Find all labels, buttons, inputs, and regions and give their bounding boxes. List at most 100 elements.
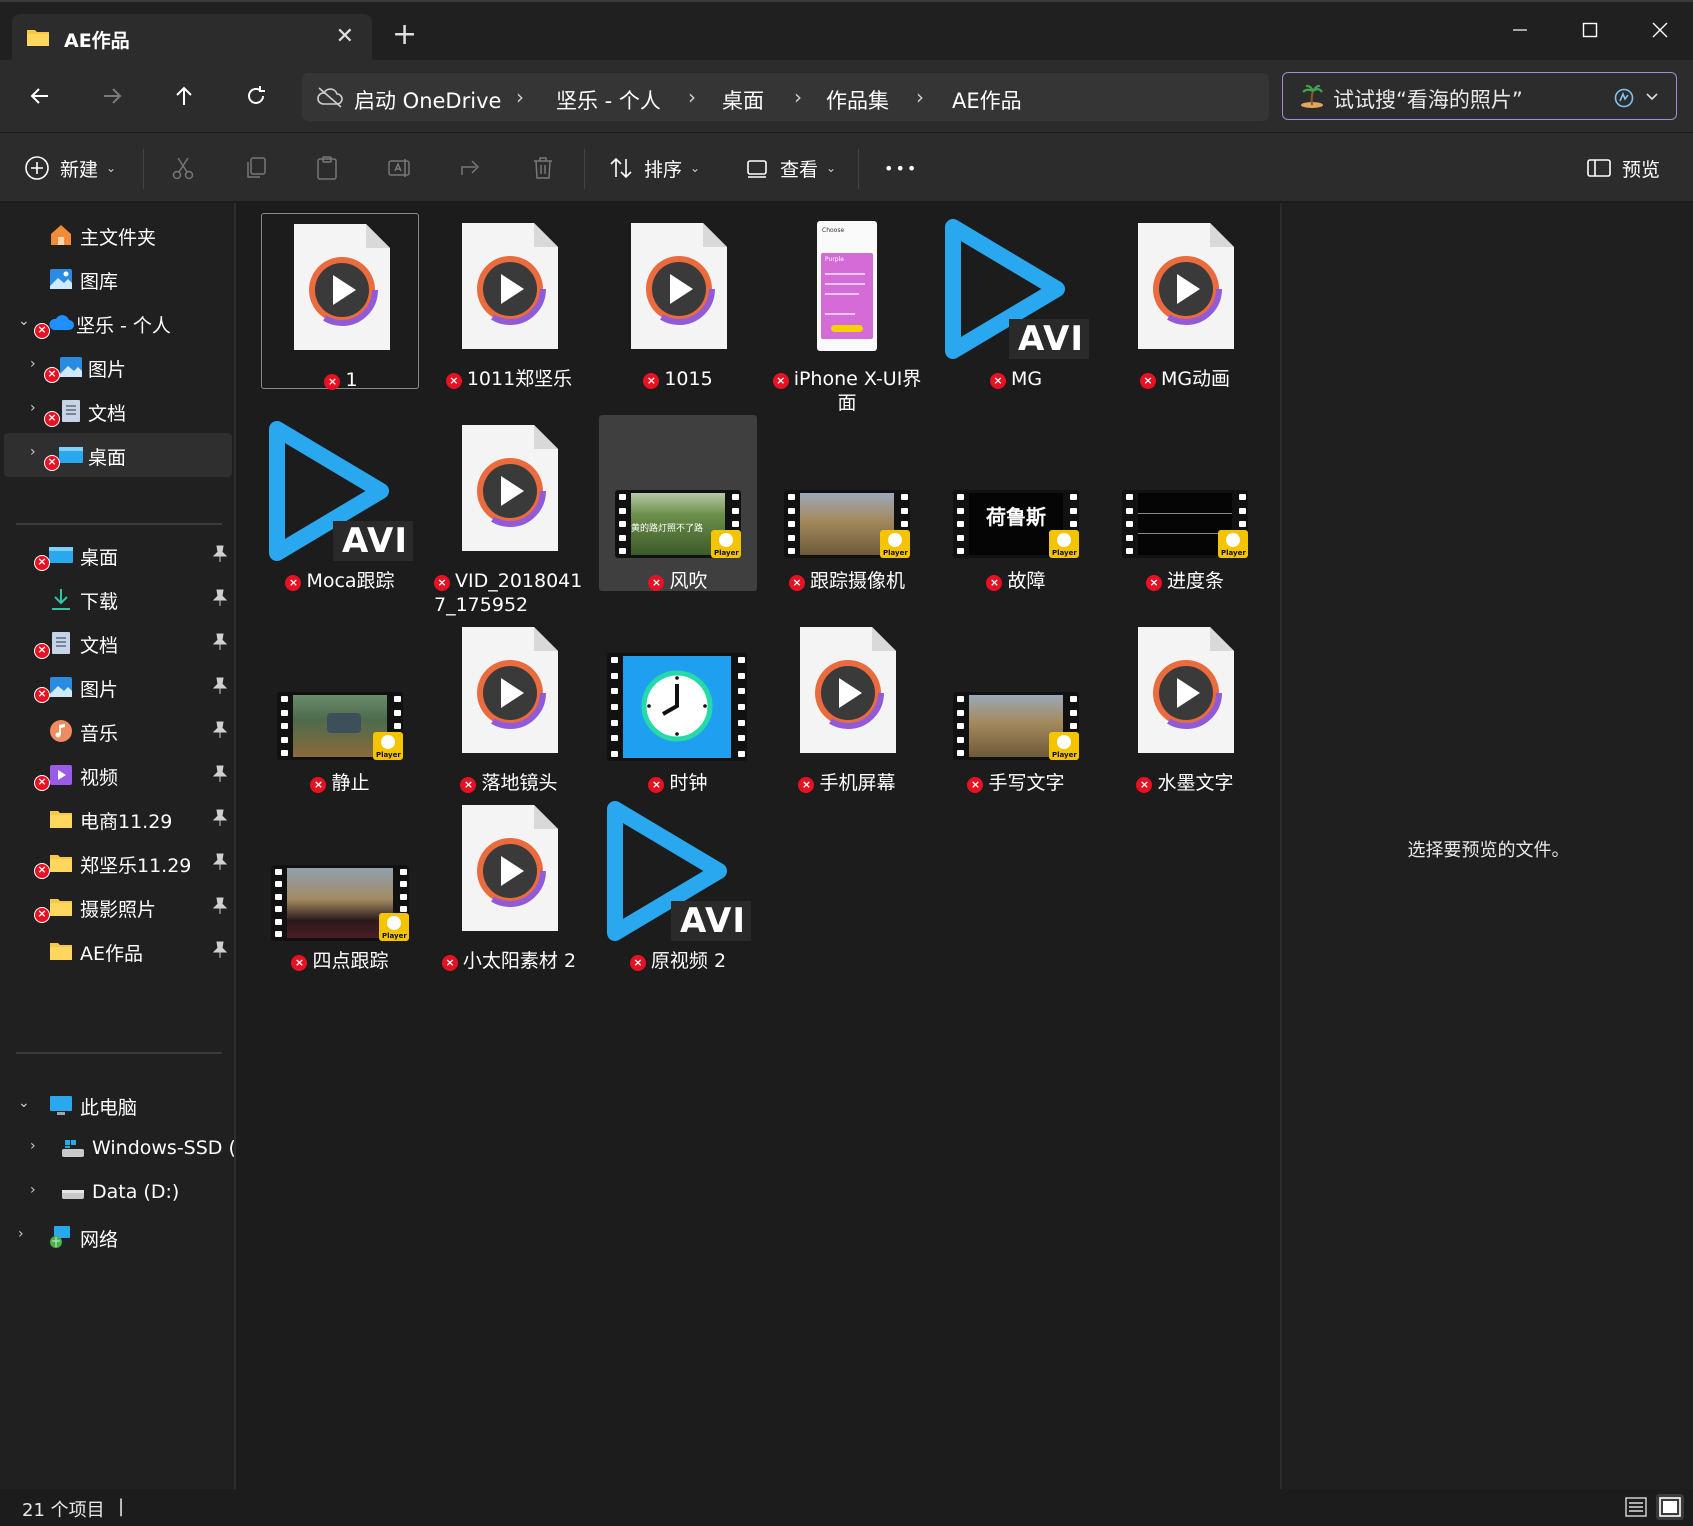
pin-icon[interactable] (212, 809, 228, 827)
sidebar-item-onedrive[interactable]: ⌄ × 坚乐 - 个人 (4, 301, 232, 345)
chevron-down-icon[interactable] (1645, 91, 1659, 103)
sidebar-item-onedrive-desktop[interactable]: › × 桌面 (4, 433, 232, 477)
pin-icon[interactable] (212, 765, 228, 783)
file-item[interactable]: × MG动画 (1106, 213, 1264, 390)
search-input[interactable]: 试试搜“看海的照片” (1282, 72, 1677, 120)
address-bar[interactable]: 启动 OneDrive › 坚乐 - 个人 › 桌面 › 作品集 › AE作品 (302, 73, 1269, 121)
breadcrumb-personal[interactable]: 坚乐 - 个人 (556, 85, 661, 115)
file-item[interactable]: AVI × 原视频 2 (599, 795, 757, 972)
pin-icon[interactable] (212, 721, 228, 739)
breadcrumb-separator[interactable]: › (688, 85, 696, 109)
sidebar-item-music[interactable]: 音乐 (4, 709, 232, 753)
view-button[interactable]: 查看 ⌄ (744, 148, 836, 188)
maximize-button[interactable] (1555, 10, 1625, 50)
breadcrumb-separator[interactable]: › (916, 85, 924, 109)
large-icons-view-button[interactable] (1656, 1494, 1684, 1520)
pin-icon[interactable] (212, 897, 228, 915)
breadcrumb-separator[interactable]: › (516, 85, 524, 109)
file-item[interactable]: × 落地镜头 (430, 617, 588, 795)
file-item[interactable]: Player × 进度条 (1106, 415, 1264, 592)
sort-button[interactable]: 排序 ⌄ (608, 148, 700, 188)
file-item[interactable]: × 小太阳素材 2 (430, 795, 588, 972)
chevron-right-icon[interactable]: › (30, 400, 36, 416)
chevron-right-icon[interactable]: › (30, 444, 36, 460)
sidebar-item-photography-folder[interactable]: × 摄影照片 (4, 885, 232, 929)
preview-pane: 选择要预览的文件。 (1280, 203, 1693, 1489)
sidebar-item-ae-folder[interactable]: AE作品 (4, 929, 232, 973)
chevron-right-icon[interactable]: › (18, 1226, 24, 1242)
file-item[interactable]: Player × 静止 (261, 617, 419, 794)
pin-icon[interactable] (212, 941, 228, 959)
new-button[interactable]: 新建 ⌄ (24, 148, 116, 188)
sidebar-item-onedrive-documents[interactable]: › × 文档 (4, 389, 232, 433)
file-item[interactable]: × 时钟 (599, 617, 757, 794)
file-item[interactable]: Choose Purple × iPhone X-UI界面 (768, 213, 926, 414)
sidebar-item-quick-desktop[interactable]: × 桌面 (4, 533, 232, 577)
file-item[interactable]: × 手机屏幕 (768, 617, 926, 794)
sidebar-item-this-pc[interactable]: ⌄ 此电脑 (4, 1083, 232, 1127)
sidebar-item-pictures[interactable]: × 图片 (4, 665, 232, 709)
sidebar-item-home[interactable]: 主文件夹 (4, 213, 232, 257)
rename-button[interactable] (386, 148, 412, 188)
more-options-button[interactable]: ••• (884, 148, 918, 188)
sidebar-item-videos[interactable]: × 视频 (4, 753, 232, 797)
new-tab-button[interactable]: + (392, 20, 417, 50)
preview-pane-button[interactable]: 预览 (1586, 148, 1660, 188)
sidebar-item-drive-d[interactable]: › Data (D:) (4, 1171, 232, 1215)
file-item[interactable]: × VID_20180417_175952 (430, 415, 588, 616)
file-item[interactable]: × 1011郑坚乐 (430, 213, 588, 390)
sidebar-item-documents[interactable]: × 文档 (4, 621, 232, 665)
minimize-button[interactable] (1485, 10, 1555, 50)
tab-close-button[interactable]: ✕ (336, 24, 354, 49)
file-item[interactable]: Player × 手写文字 (937, 617, 1095, 794)
chevron-right-icon[interactable]: › (30, 356, 36, 372)
sidebar-item-drive-c[interactable]: › Windows-SSD (C (4, 1127, 234, 1171)
breadcrumb-ae-works[interactable]: AE作品 (952, 85, 1022, 115)
delete-button[interactable] (530, 148, 556, 188)
cut-button[interactable] (170, 148, 196, 188)
sidebar-item-onedrive-pictures[interactable]: › × 图片 (4, 345, 232, 389)
video-thumbnail: Player (953, 692, 1079, 760)
file-item[interactable]: Player × 四点跟踪 (261, 795, 419, 972)
file-item[interactable]: AVI × Moca跟踪 (261, 415, 419, 592)
breadcrumb-desktop[interactable]: 桌面 (722, 85, 764, 115)
details-view-button[interactable] (1622, 1494, 1650, 1520)
file-item[interactable]: × 1 (261, 213, 419, 391)
sidebar-item-label: 桌面 (80, 547, 119, 569)
refresh-button[interactable] (236, 76, 276, 116)
pin-icon[interactable] (212, 853, 228, 871)
file-item[interactable]: 荷鲁斯 Player × 故障 (937, 415, 1095, 592)
up-button[interactable] (164, 76, 204, 116)
sidebar-item-downloads[interactable]: 下载 (4, 577, 232, 621)
pin-icon[interactable] (212, 545, 228, 563)
chevron-down-icon[interactable]: ⌄ (18, 313, 30, 329)
pin-icon[interactable] (212, 633, 228, 651)
breadcrumb-separator[interactable]: › (794, 85, 802, 109)
file-item[interactable]: 黄的路灯照不了路 Player × 风吹 (599, 415, 757, 592)
file-name: × 落地镜头 (434, 771, 584, 795)
paste-button[interactable] (314, 148, 340, 188)
pin-icon[interactable] (212, 677, 228, 695)
breadcrumb-portfolio[interactable]: 作品集 (826, 85, 889, 115)
close-window-button[interactable] (1625, 10, 1693, 50)
copy-button[interactable] (243, 148, 269, 188)
file-item[interactable]: × 1015 (599, 213, 757, 390)
file-item[interactable]: Player × 跟踪摄像机 (768, 415, 926, 592)
file-item[interactable]: × 水墨文字 (1106, 617, 1264, 794)
chevron-right-icon[interactable]: › (30, 1138, 36, 1154)
back-button[interactable] (20, 76, 60, 116)
sidebar-item-gallery[interactable]: 图库 (4, 257, 232, 301)
tab-ae-works[interactable]: AE作品 ✕ (12, 14, 372, 62)
sidebar-item-network[interactable]: › 网络 (4, 1215, 232, 1259)
pin-icon[interactable] (212, 589, 228, 607)
sidebar-item-zheng-folder[interactable]: × 郑坚乐11.29 (4, 841, 232, 885)
breadcrumb-onedrive[interactable]: 启动 OneDrive (354, 85, 501, 115)
file-item[interactable]: AVI × MG (937, 213, 1095, 390)
chevron-right-icon[interactable]: › (30, 1182, 36, 1198)
sidebar-item-ecommerce-folder[interactable]: 电商11.29 (4, 797, 232, 841)
copilot-search-icon[interactable] (1613, 87, 1635, 109)
file-name: × iPhone X-UI界面 (772, 367, 922, 415)
forward-button[interactable] (92, 76, 132, 116)
chevron-down-icon[interactable]: ⌄ (18, 1095, 30, 1111)
share-button[interactable] (458, 148, 484, 188)
